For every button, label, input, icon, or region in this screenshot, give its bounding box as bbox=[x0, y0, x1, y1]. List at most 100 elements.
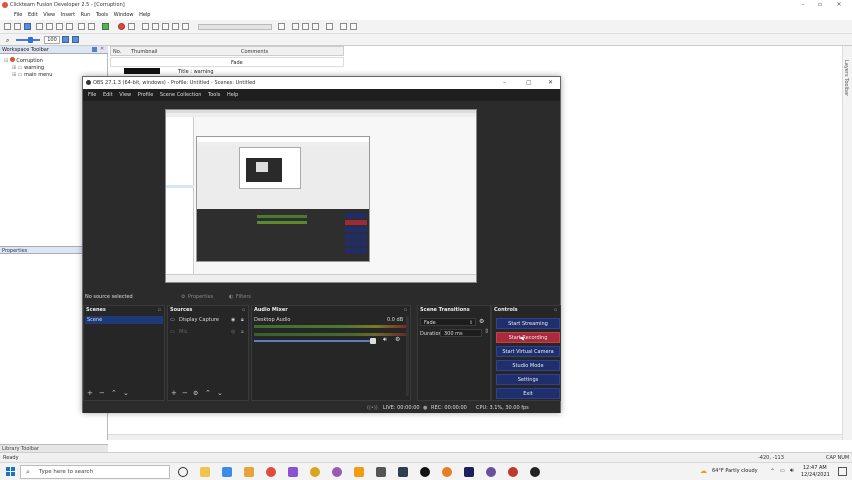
col-comments[interactable]: Comments bbox=[241, 49, 268, 55]
windows-start-icon[interactable] bbox=[6, 467, 15, 476]
filters-icon[interactable]: ◐ bbox=[229, 294, 233, 300]
col-thumbnail[interactable]: Thumbnail bbox=[131, 49, 157, 55]
obs-menu-file[interactable]: File bbox=[88, 92, 96, 98]
menu-tools[interactable]: Tools bbox=[96, 12, 108, 18]
event-list-icon[interactable] bbox=[172, 23, 179, 30]
start-virtual-camera-button[interactable]: Start Virtual Camera bbox=[496, 346, 560, 357]
record-icon[interactable] bbox=[128, 23, 135, 30]
task-view-icon[interactable] bbox=[178, 467, 188, 477]
obs-close-icon[interactable]: ✕ bbox=[548, 79, 553, 86]
clock-date[interactable]: 12/24/2021 bbox=[801, 472, 830, 478]
col-no[interactable]: No. bbox=[113, 49, 121, 55]
volume-icon[interactable]: 🔊︎ bbox=[790, 467, 794, 475]
grid-icon[interactable] bbox=[292, 23, 299, 30]
close-icon[interactable]: ✕ bbox=[832, 1, 846, 8]
paste-icon[interactable] bbox=[56, 23, 63, 30]
delete-icon[interactable] bbox=[66, 23, 73, 30]
panel-close-icon[interactable]: ✕ bbox=[100, 46, 104, 52]
tree-item-main-menu[interactable]: ⊞ ▭ main menu bbox=[12, 72, 52, 78]
app-icon-7[interactable] bbox=[442, 467, 452, 477]
maximize-icon[interactable]: ▫ bbox=[813, 1, 827, 8]
stop-icon[interactable] bbox=[118, 23, 125, 30]
weather-icon[interactable]: ☁ bbox=[700, 467, 707, 475]
menu-run[interactable]: Run bbox=[81, 12, 91, 18]
frame-editor-icon[interactable] bbox=[142, 23, 149, 30]
app-icon-3[interactable] bbox=[332, 467, 342, 477]
open-icon[interactable] bbox=[14, 23, 21, 30]
add-scene-icon[interactable]: + bbox=[87, 389, 93, 397]
layers-toolbar[interactable] bbox=[842, 46, 852, 440]
obs-menu-edit[interactable]: Edit bbox=[103, 92, 113, 98]
animate-icon[interactable] bbox=[464, 467, 474, 477]
chrome-icon[interactable] bbox=[266, 467, 276, 477]
run-frame-icon[interactable] bbox=[350, 23, 357, 30]
store-icon[interactable] bbox=[222, 467, 232, 477]
exit-button[interactable]: Exit bbox=[496, 388, 560, 399]
tree-root[interactable]: ⊟ Corruption bbox=[4, 57, 43, 64]
align-icon[interactable] bbox=[312, 23, 319, 30]
start-recording-button[interactable]: Start Recording bbox=[496, 332, 560, 343]
weather-text[interactable]: 64°F Partly cloudy bbox=[712, 468, 758, 474]
save-icon[interactable] bbox=[24, 23, 31, 30]
run-app-icon[interactable] bbox=[340, 23, 347, 30]
scene-up-icon[interactable]: ⌃ bbox=[111, 389, 117, 397]
menu-help[interactable]: Help bbox=[139, 12, 150, 18]
obs-menu-profile[interactable]: Profile bbox=[138, 92, 154, 98]
clock-time[interactable]: 12:47 AM bbox=[803, 465, 827, 471]
notification-icon[interactable] bbox=[838, 467, 847, 476]
network-icon[interactable]: ▭ bbox=[780, 468, 785, 474]
app-icon-2[interactable] bbox=[310, 467, 320, 477]
obs-taskbar-icon[interactable] bbox=[486, 467, 496, 477]
obs-preview[interactable] bbox=[83, 101, 560, 287]
obs-minimize-icon[interactable]: – bbox=[503, 79, 506, 86]
pin-icon[interactable] bbox=[92, 47, 97, 52]
help-icon[interactable] bbox=[102, 23, 109, 30]
settings-button[interactable]: Settings bbox=[496, 374, 560, 385]
tree-item-warning[interactable]: ⊞ ▭ warning bbox=[12, 65, 44, 71]
scene-item[interactable]: Scene bbox=[85, 316, 163, 324]
full-view-icon[interactable] bbox=[72, 36, 79, 43]
mixer-scrollbar[interactable] bbox=[406, 316, 409, 396]
zoom-slider-knob[interactable] bbox=[28, 37, 33, 43]
properties-gear-icon[interactable]: ⚙ bbox=[181, 294, 185, 300]
obs-menu-help[interactable]: Help bbox=[227, 92, 238, 98]
clickteam-taskbar-icon[interactable] bbox=[508, 467, 518, 477]
source-item-mic[interactable]: ▭ Mic ◎ 🔒︎ bbox=[169, 328, 247, 336]
mixer-gear-icon[interactable]: ⚙ bbox=[395, 336, 400, 343]
visual-studio-icon[interactable] bbox=[288, 467, 298, 477]
source-item-display-capture[interactable]: ▭ Display Capture ◉ 🔒︎ bbox=[169, 316, 247, 324]
tray-chevron-icon[interactable]: ⌃ bbox=[770, 468, 775, 475]
volume-slider-knob[interactable] bbox=[370, 338, 376, 344]
duration-spinner-icon[interactable]: ⇕ bbox=[484, 328, 489, 335]
menu-view[interactable]: View bbox=[43, 12, 55, 18]
source-settings-gear-icon[interactable]: ⚙ bbox=[193, 390, 198, 397]
event-editor-icon[interactable] bbox=[152, 23, 159, 30]
menu-edit[interactable]: Edit bbox=[28, 12, 38, 18]
redo-icon[interactable] bbox=[88, 23, 95, 30]
app-icon-8[interactable] bbox=[530, 467, 540, 477]
menu-insert[interactable]: Insert bbox=[61, 12, 75, 18]
duration-field[interactable]: 300 ms bbox=[440, 329, 482, 337]
app-icon-4[interactable] bbox=[354, 467, 364, 477]
speaker-icon[interactable]: 🔊︎ bbox=[383, 336, 387, 344]
studio-mode-button[interactable]: Studio Mode bbox=[496, 360, 560, 371]
zoom-value-field[interactable]: 100 bbox=[44, 36, 60, 44]
eye-icon[interactable]: ◉ bbox=[231, 317, 235, 323]
layer-icon[interactable] bbox=[326, 23, 333, 30]
storyboard-row-title[interactable]: Title : warning bbox=[110, 67, 344, 76]
storyboard-row-fade[interactable]: Fade bbox=[110, 57, 344, 67]
scene-down-icon[interactable]: ⌄ bbox=[123, 389, 129, 397]
remove-source-icon[interactable]: − bbox=[182, 389, 188, 397]
controls-dock-float-icon[interactable]: ▫ bbox=[554, 307, 557, 313]
file-explorer-icon[interactable] bbox=[200, 467, 210, 477]
remove-scene-icon[interactable]: − bbox=[99, 389, 105, 397]
scenes-dock-float-icon[interactable]: ▫ bbox=[158, 307, 161, 313]
source-down-icon[interactable]: ⌄ bbox=[217, 389, 223, 397]
sources-dock-float-icon[interactable]: ▫ bbox=[242, 307, 245, 313]
fit-icon[interactable] bbox=[62, 36, 69, 43]
obs-menu-tools[interactable]: Tools bbox=[208, 92, 220, 98]
eye-off-icon[interactable]: ◎ bbox=[231, 329, 235, 335]
app-icon-1[interactable] bbox=[244, 467, 254, 477]
menu-file[interactable]: File bbox=[14, 12, 22, 18]
mixer-dock-float-icon[interactable]: ▫ bbox=[404, 307, 407, 313]
